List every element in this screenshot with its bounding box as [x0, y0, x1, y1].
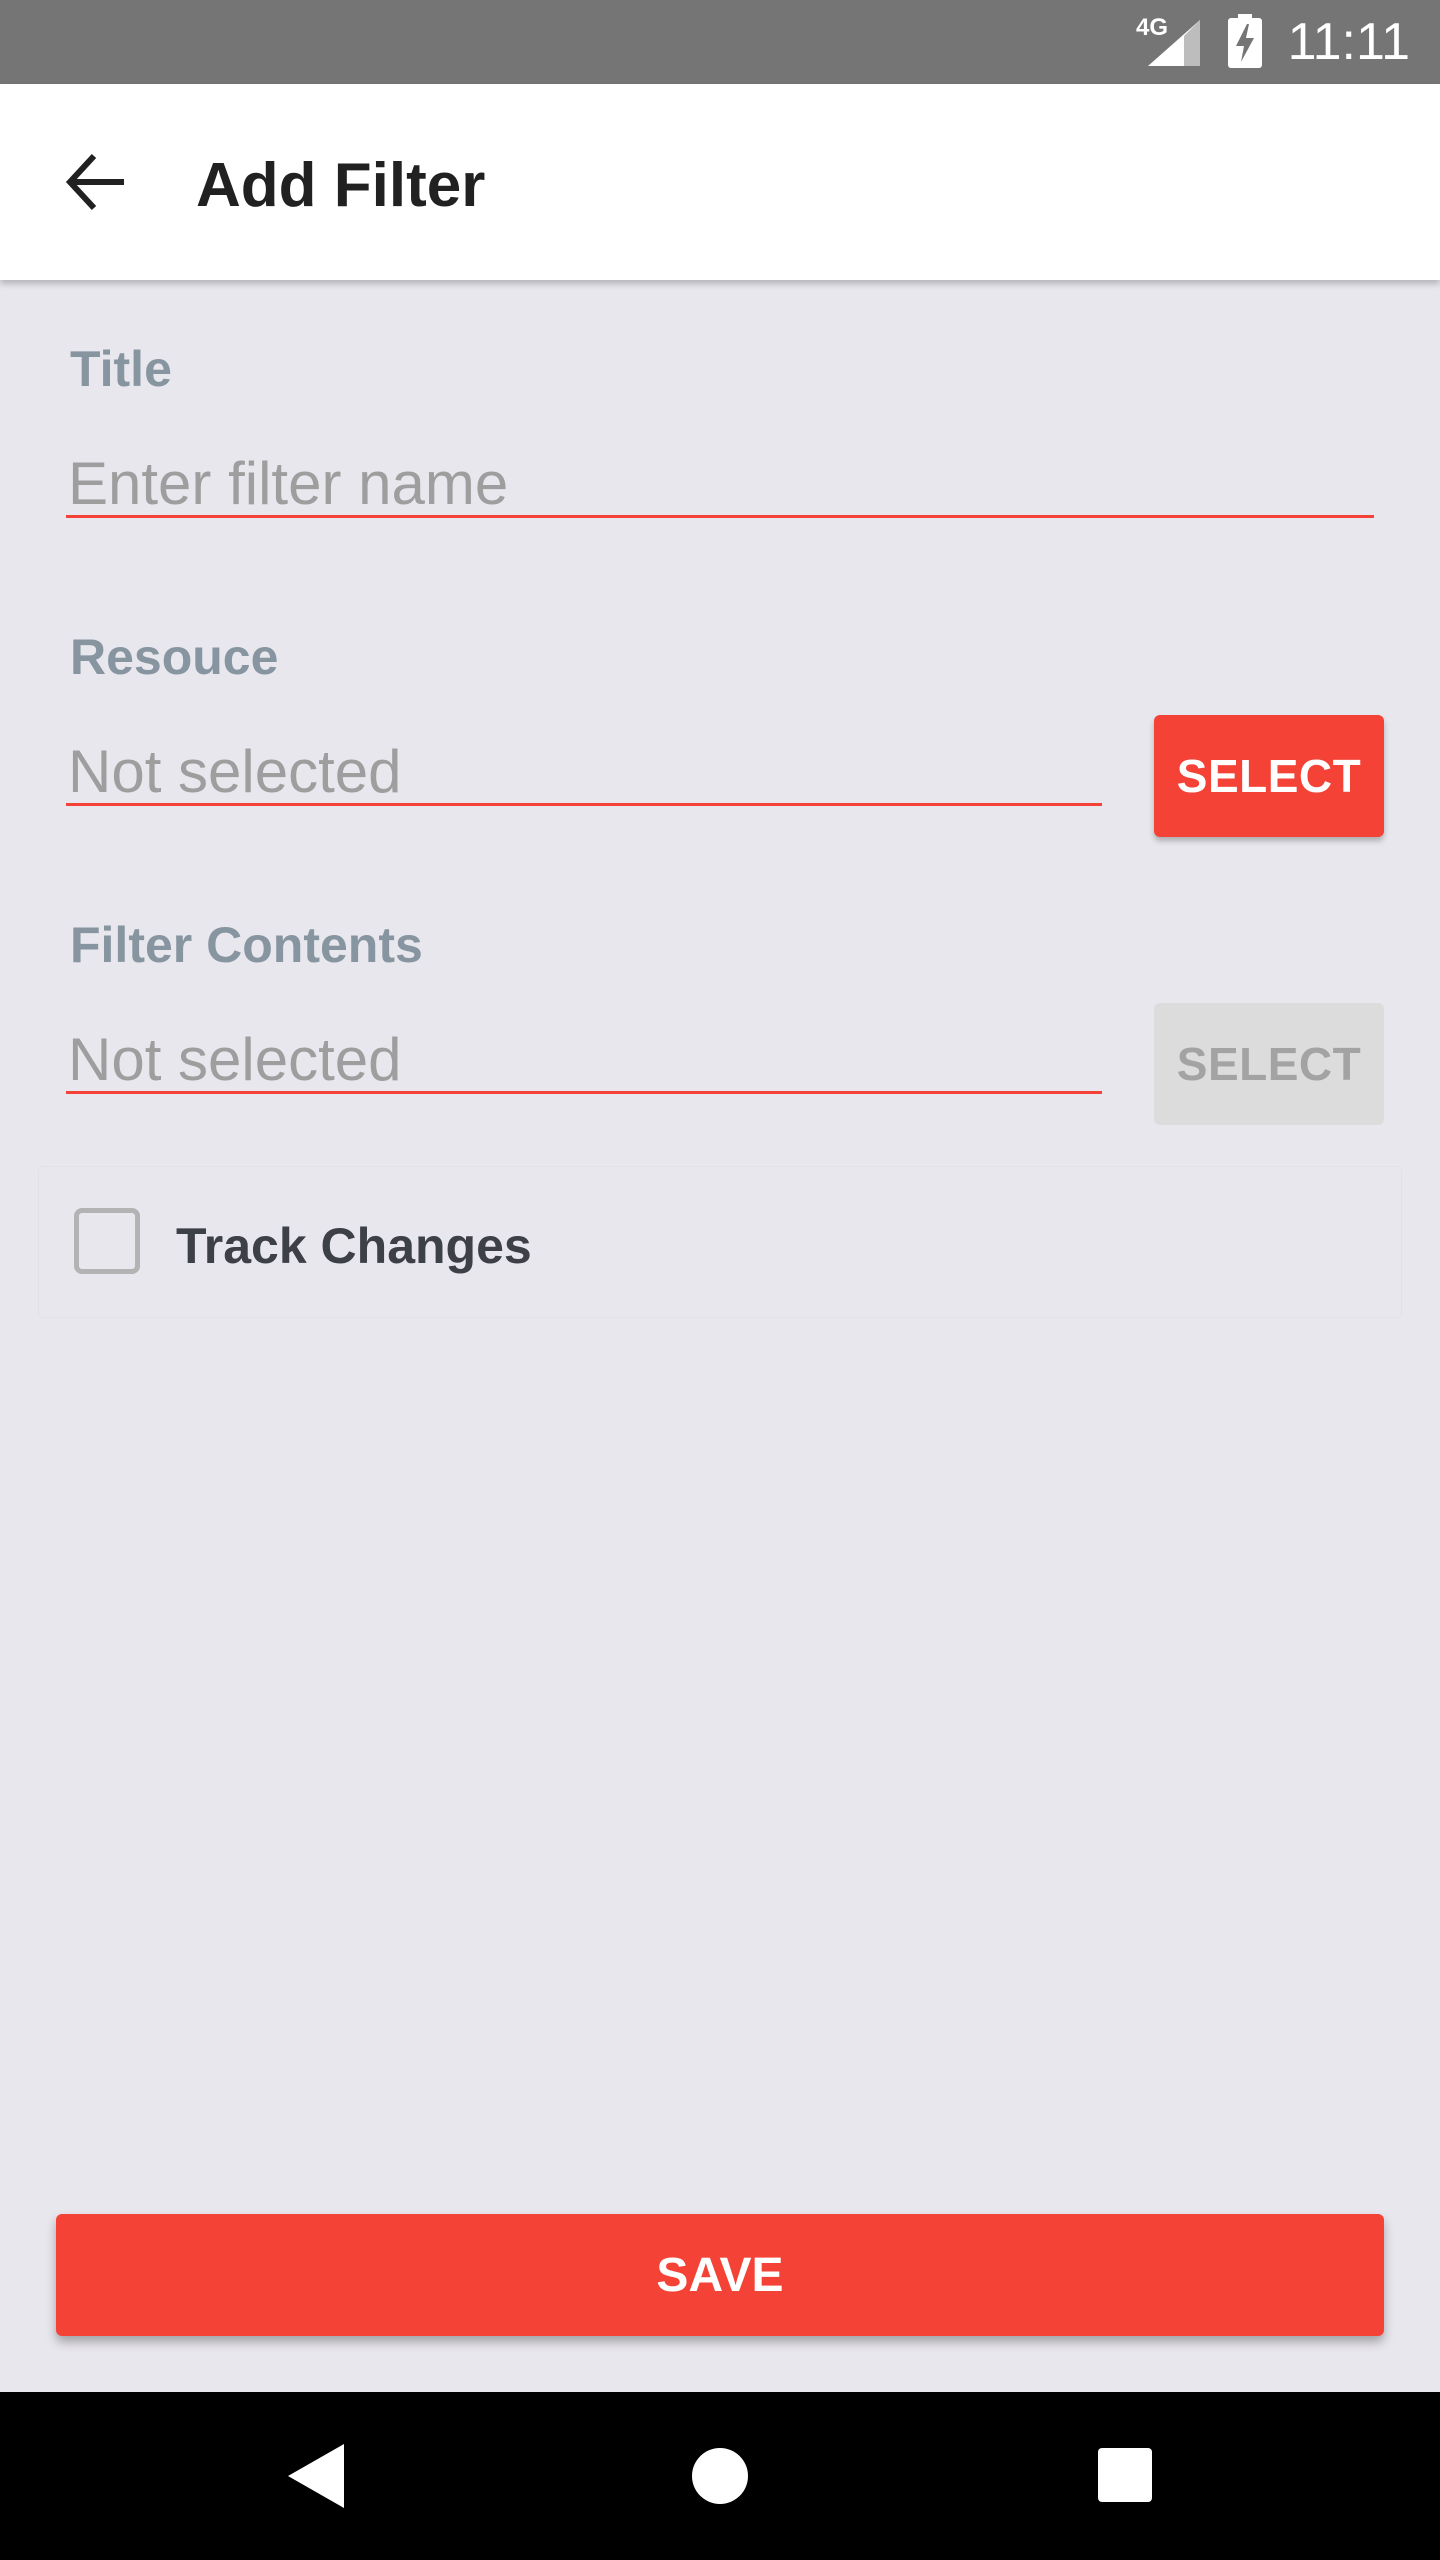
resource-select-button[interactable]: SELECT: [1154, 715, 1384, 837]
status-bar: 4G 11:11: [0, 0, 1440, 84]
save-button[interactable]: SAVE: [56, 2214, 1384, 2336]
resource-label: Resouce: [70, 629, 279, 685]
filter-contents-field[interactable]: [66, 1028, 1102, 1094]
arrow-back-icon: [65, 153, 124, 211]
cell-signal-icon: [1148, 20, 1200, 66]
title-label: Title: [70, 341, 172, 397]
page-title: Add Filter: [196, 151, 486, 220]
title-input[interactable]: [66, 452, 1374, 518]
battery-charging-icon: [1228, 14, 1262, 68]
form-content: Title Resouce SELECT Filter Contents SEL…: [0, 280, 1440, 2392]
nav-home-icon[interactable]: [692, 2448, 748, 2504]
track-changes-checkbox[interactable]: [74, 1208, 140, 1274]
nav-recent-apps-icon[interactable]: [1098, 2448, 1152, 2502]
filter-contents-select-button[interactable]: SELECT: [1154, 1003, 1384, 1125]
resource-field[interactable]: [66, 740, 1102, 806]
back-button[interactable]: [52, 138, 140, 226]
clock: 11:11: [1287, 13, 1410, 71]
filter-contents-label: Filter Contents: [70, 917, 423, 973]
track-changes-label[interactable]: Track Changes: [176, 1217, 532, 1275]
nav-back-icon[interactable]: [288, 2444, 344, 2508]
app-bar: Add Filter: [0, 84, 1440, 280]
